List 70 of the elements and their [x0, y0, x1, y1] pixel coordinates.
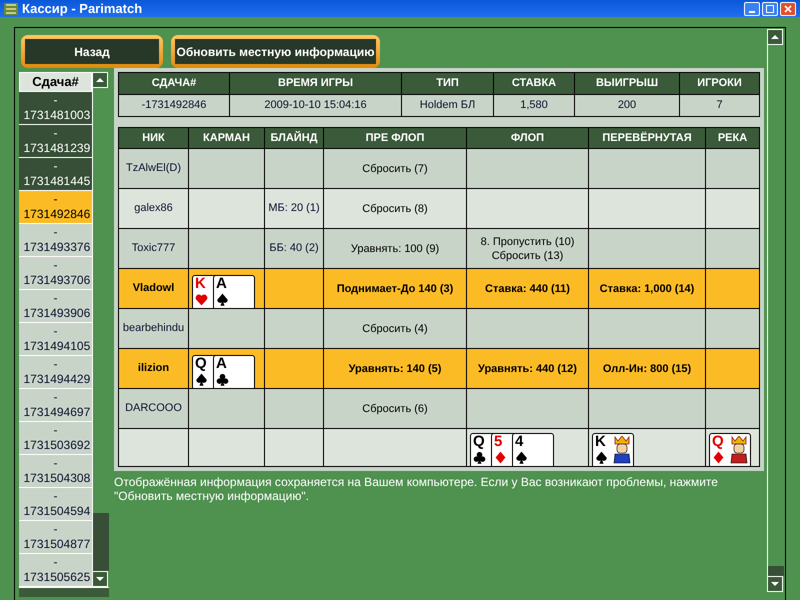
- column-header: СТАВКА: [494, 72, 574, 94]
- refresh-button[interactable]: Обновить местную информацию: [171, 35, 380, 68]
- table-cell: 200: [574, 94, 680, 116]
- column-header: НИК: [118, 128, 188, 148]
- player-nick: bearbehindu: [122, 322, 184, 334]
- action-text: Ставка: 1,000 (14): [600, 282, 694, 296]
- hand-list-item[interactable]: -1731481003: [19, 92, 92, 125]
- column-header: ВРЕМЯ ИГРЫ: [230, 72, 402, 94]
- card-rank: Q: [712, 434, 724, 449]
- hand-list-item[interactable]: -1731504308: [19, 455, 92, 488]
- action-text: Поднимает-До 140 (3): [336, 282, 454, 296]
- action-text: Сбросить (8): [362, 202, 428, 216]
- hand-list-item[interactable]: -1731493706: [19, 257, 92, 290]
- action-text: Олл-Ин: 800 (15): [602, 362, 692, 376]
- column-header: ТИП: [402, 72, 494, 94]
- blind-text: МБ: 20 (1): [268, 202, 320, 214]
- hand-list-item[interactable]: -1731494697: [19, 389, 92, 422]
- table-cell: -1731492846: [118, 94, 230, 116]
- hand-list-item[interactable]: -1731503692: [19, 422, 92, 455]
- hand-list-item[interactable]: -1731494429: [19, 356, 92, 389]
- hand-list-item[interactable]: -1731504594: [19, 488, 92, 521]
- column-header: БЛАЙНД: [264, 128, 324, 148]
- table-cell: 7: [680, 94, 760, 116]
- column-header: РЕКА: [706, 128, 760, 148]
- player-nick: galex86: [134, 202, 173, 214]
- hand-list-header: Сдача#: [19, 72, 92, 92]
- hand-list-item[interactable]: -1731481445: [19, 158, 92, 191]
- column-header: СДАЧА#: [118, 72, 230, 94]
- player-nick: ilizion: [138, 362, 170, 374]
- hand-list-item[interactable]: -1731504877: [19, 521, 92, 554]
- action-text: Сбросить (7): [362, 162, 428, 176]
- card-rank: 5: [494, 434, 502, 449]
- card-rank: 4: [515, 434, 524, 449]
- card-rank: Q: [195, 356, 207, 371]
- info-note: Отображённая информация сохраняется на Вашем компьютере. Если у Вас возникают проблемы, нажмите "Обновить местную информацию".: [114, 475, 719, 503]
- hand-list-item[interactable]: -1731481239: [19, 125, 92, 158]
- action-text: Сбросить (13): [492, 248, 564, 262]
- hand-list-item[interactable]: -1731493906: [19, 290, 92, 323]
- action-text: Сбросить (6): [362, 402, 428, 416]
- column-header: ПЕРЕВЁРНУТАЯ: [588, 128, 706, 148]
- card-rank: Q: [473, 434, 485, 449]
- column-header: ПРЕ ФЛОП: [324, 128, 466, 148]
- table-cell: 1,580: [494, 94, 574, 116]
- action-text: 8. Пропустить (10): [480, 234, 574, 248]
- action-text: Сбросить (4): [362, 322, 428, 336]
- back-button[interactable]: Назад: [21, 35, 163, 68]
- card-rank: K: [195, 276, 206, 291]
- action-text: Ставка: 440 (11): [485, 282, 570, 296]
- player-nick: TzAlwEl(D): [126, 162, 181, 174]
- window-title: Кассир - Parimatch: [22, 1, 142, 16]
- column-header: ВЫИГРЫШ: [574, 72, 680, 94]
- card-rank: K: [595, 434, 606, 449]
- hand-list-item[interactable]: -1731493376: [19, 224, 92, 257]
- table-cell: 2009-10-10 15:04:16: [230, 94, 402, 116]
- hand-list-item[interactable]: -1731505625: [19, 554, 92, 587]
- action-text: Уравнять: 100 (9): [350, 242, 440, 256]
- column-header: ИГРОКИ: [680, 72, 760, 94]
- table-cell: Holdem БЛ: [402, 94, 494, 116]
- card-rank: A: [216, 276, 227, 291]
- player-nick: Vladowl: [132, 282, 174, 294]
- action-text: Уравнять: 440 (12): [478, 362, 577, 376]
- column-header: ФЛОП: [466, 128, 588, 148]
- hand-list-item[interactable]: -1731494105: [19, 323, 92, 356]
- card-rank: A: [216, 356, 227, 371]
- column-header: КАРМАН: [188, 128, 264, 148]
- player-nick: DARCOOO: [125, 402, 182, 414]
- player-nick: Toxic777: [132, 242, 176, 254]
- blind-text: ББ: 40 (2): [269, 242, 319, 254]
- action-text: Уравнять: 140 (5): [348, 362, 442, 376]
- hand-list-item[interactable]: -1731492846: [19, 191, 92, 224]
